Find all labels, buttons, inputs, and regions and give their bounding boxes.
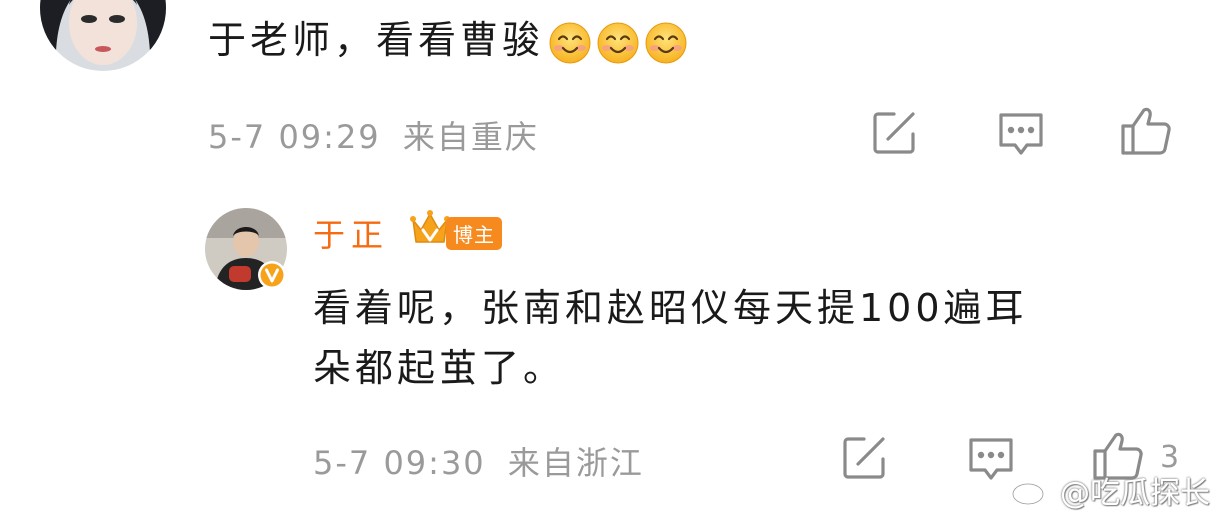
watermark: @吃瓜探长 [1010, 468, 1210, 512]
blogger-badge: 博主 [446, 217, 502, 250]
share-icon[interactable] [872, 110, 918, 156]
smiling-face-emoji [596, 21, 640, 65]
reply-text-line2: 朵都起茧了。 [313, 346, 566, 390]
comment-icon[interactable] [997, 111, 1045, 159]
comment-text: 于老师，看看曹骏 [208, 15, 688, 65]
watermark-text: @吃瓜探长 [1060, 476, 1210, 511]
emoji-group [544, 18, 688, 65]
like-icon[interactable] [1120, 106, 1172, 156]
reply-text-line1: 看着呢，张南和赵昭仪每天提100遍耳 [313, 286, 1028, 330]
comment-icon[interactable] [967, 436, 1015, 484]
comment-meta: 5-7 09:29 来自重庆 [208, 112, 539, 158]
share-icon[interactable] [842, 435, 888, 481]
weibo-logo-icon [1010, 473, 1054, 507]
verified-v-icon [257, 260, 287, 290]
comment-location: 来自重庆 [402, 118, 539, 156]
smiling-face-emoji [644, 21, 688, 65]
reply-meta: 5-7 09:30 来自浙江 [313, 438, 644, 484]
crown-icon [410, 208, 450, 252]
commenter-avatar[interactable] [40, 0, 166, 71]
smiling-face-emoji [548, 21, 592, 65]
reply-location: 来自浙江 [507, 444, 644, 482]
author-name[interactable]: 于正 [313, 210, 389, 256]
reply-timestamp: 5-7 09:30 [313, 444, 486, 482]
comment-timestamp: 5-7 09:29 [208, 118, 381, 156]
